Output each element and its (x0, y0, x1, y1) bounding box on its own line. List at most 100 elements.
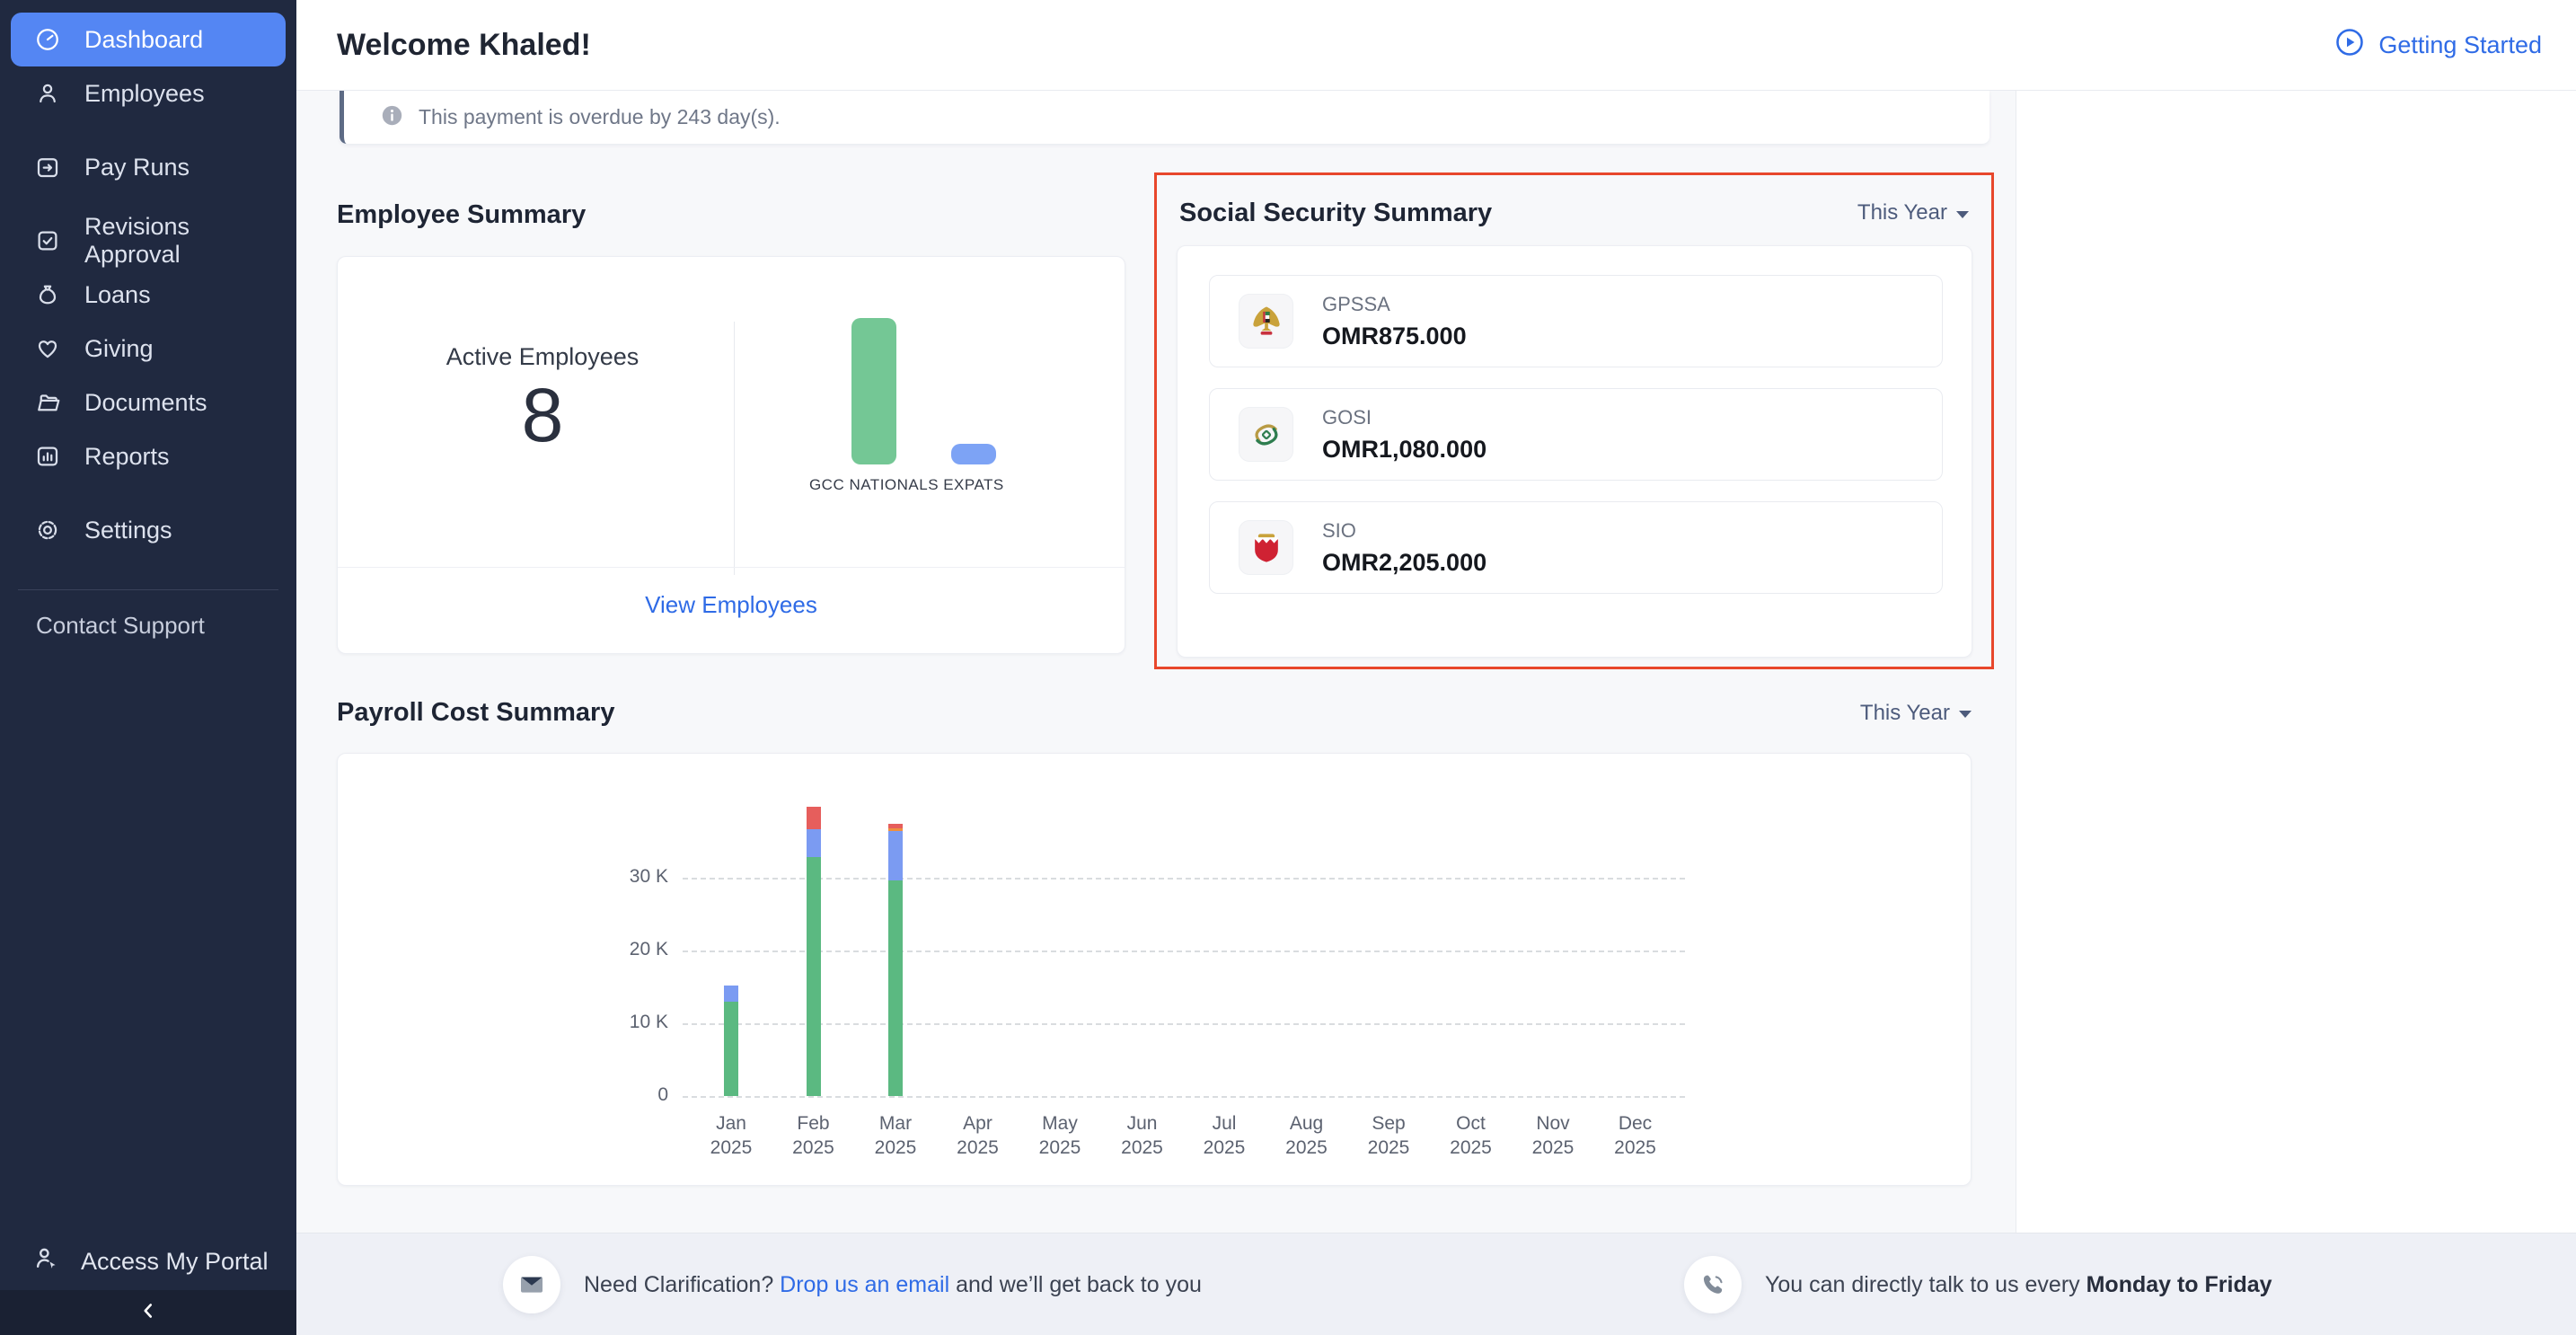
sidebar-item-label: Settings (84, 517, 172, 544)
sidebar-item-label: Revisions Approval (84, 213, 262, 269)
sidebar-item-giving[interactable]: Giving (11, 322, 286, 376)
payroll-bar-mar-2025-segment-blue (888, 831, 903, 880)
report-chart-icon (34, 443, 61, 470)
sidebar-item-label: Giving (84, 335, 154, 363)
social-security-row-texts: GOSIOMR1,080.000 (1322, 406, 1486, 464)
info-icon (380, 103, 404, 132)
authority-name: GPSSA (1322, 293, 1467, 316)
y-axis-tick-label: 0 (338, 1084, 668, 1106)
sidebar-nav: Dashboard Employees Pay Runs Revisions Appr… (0, 0, 296, 557)
employee-bar-expats (951, 444, 996, 464)
payroll-bar-feb-2025-segment-green (807, 857, 821, 1096)
authority-amount: OMR2,205.000 (1322, 549, 1486, 577)
y-axis-tick-label: 30 K (338, 866, 668, 888)
y-axis-tick-label: 10 K (338, 1012, 668, 1033)
phone-text-bold: Monday to Friday (2086, 1272, 2272, 1297)
social-security-row-gpssa[interactable]: GPSSA OMR875.000 (1209, 275, 1943, 367)
getting-started-label: Getting Started (2378, 31, 2542, 59)
sidebar-item-loans[interactable]: Loans (11, 268, 286, 322)
support-footer: Need Clarification? Drop us an email and… (296, 1233, 2576, 1335)
authority-amount: OMR875.000 (1322, 323, 1467, 350)
employee-bar-gcc-nationals (851, 318, 896, 464)
sidebar-item-label: Loans (84, 281, 151, 309)
envelope-icon (503, 1256, 560, 1313)
sidebar-item-label: Documents (84, 389, 207, 417)
sidebar-item-revisions-approval[interactable]: Revisions Approval (11, 214, 286, 268)
phone-support-text: You can directly talk to us every Monday… (1765, 1272, 2272, 1298)
heart-icon (34, 335, 61, 362)
sidebar-item-settings[interactable]: Settings (11, 503, 286, 557)
period-label: This Year (1857, 200, 1947, 225)
payroll-bar-mar-2025-segment-red (888, 824, 903, 827)
payroll-bar-feb-2025-segment-red (807, 807, 821, 829)
email-text-suffix: and we’ll get back to you (949, 1272, 1202, 1297)
phone-text-prefix: You can directly talk to us every (1765, 1272, 2086, 1297)
sio-bahrain-emblem-logo (1239, 520, 1293, 575)
y-axis-tick-label: 20 K (338, 939, 668, 960)
getting-started-button[interactable]: Getting Started (2333, 26, 2542, 65)
sidebar-item-access-my-portal[interactable]: Access My Portal (32, 1244, 269, 1279)
card-footer-divider (338, 567, 1125, 568)
active-employees-count: 8 (399, 372, 686, 459)
drop-us-an-email-link[interactable]: Drop us an email (780, 1272, 949, 1297)
social-security-summary-title: Social Security Summary (1179, 199, 1492, 228)
view-employees-link[interactable]: View Employees (338, 591, 1125, 619)
period-label: This Year (1860, 701, 1950, 726)
social-security-row-gosi[interactable]: GOSIOMR1,080.000 (1209, 388, 1943, 481)
sidebar-item-label: Employees (84, 80, 205, 108)
social-security-row-texts: SIO OMR2,205.000 (1322, 519, 1486, 577)
phone-support-item: You can directly talk to us every Monday… (1684, 1233, 2272, 1335)
phone-icon (1684, 1256, 1742, 1313)
folder-icon (34, 389, 61, 416)
vertical-divider (734, 322, 735, 575)
page-header: Welcome Khaled! Getting Started (296, 0, 2576, 91)
email-text-prefix: Need Clarification? (584, 1272, 780, 1297)
chart-gridline (683, 1096, 1685, 1098)
check-square-icon (34, 227, 61, 254)
main-area: Welcome Khaled! Getting Started This pay… (296, 0, 2576, 1335)
sidebar: Dashboard Employees Pay Runs Revisions Appr… (0, 0, 296, 1335)
payroll-bar-feb-2025-segment-blue (807, 829, 821, 858)
payroll-bar-jan-2025-segment-blue (724, 986, 738, 1002)
sidebar-item-label: Pay Runs (84, 154, 190, 181)
chart-gridline (683, 950, 1685, 952)
authority-amount: OMR1,080.000 (1322, 436, 1486, 464)
x-axis-tick-label: Dec2025 (1577, 1111, 1694, 1160)
sidebar-item-employees[interactable]: Employees (11, 66, 286, 120)
gear-icon (34, 517, 61, 544)
sidebar-item-documents[interactable]: Documents (11, 376, 286, 429)
user-arrow-icon (32, 1244, 61, 1279)
sidebar-collapse-button[interactable] (0, 1290, 296, 1335)
sidebar-item-contact-support[interactable]: Contact Support (0, 590, 296, 640)
user-icon (34, 80, 61, 107)
sidebar-item-dashboard[interactable]: Dashboard (11, 13, 286, 66)
authority-name: SIO (1322, 519, 1486, 543)
gauge-icon (34, 26, 61, 53)
overdue-alert: This payment is overdue by 243 day(s). (340, 91, 1989, 144)
chart-gridline (683, 1023, 1685, 1025)
employee-summary-title: Employee Summary (337, 200, 586, 230)
payroll-cost-summary-header: Payroll Cost Summary This Year (337, 698, 1972, 728)
calendar-arrow-icon (34, 154, 61, 181)
payroll-cost-chart-card: 010 K20 K30 KJan2025Feb2025Mar2025Apr202… (337, 753, 1972, 1186)
social-security-period-dropdown[interactable]: This Year (1857, 200, 1969, 225)
payroll-period-dropdown[interactable]: This Year (1860, 701, 1972, 726)
caret-down-icon (1956, 211, 1969, 218)
sidebar-item-reports[interactable]: Reports (11, 429, 286, 483)
overdue-alert-text: This payment is overdue by 243 day(s). (419, 105, 781, 129)
sidebar-item-pay-runs[interactable]: Pay Runs (11, 140, 286, 194)
chevron-left-icon (137, 1299, 160, 1327)
sidebar-item-label: Dashboard (84, 26, 203, 54)
dashboard-content: This payment is overdue by 243 day(s). E… (296, 91, 2576, 1233)
gpssa-uae-emblem-logo (1239, 294, 1293, 349)
right-blank-panel (2016, 91, 2576, 1233)
email-support-text: Need Clarification? Drop us an email and… (584, 1272, 1202, 1298)
social-security-row-sio[interactable]: SIO OMR2,205.000 (1209, 501, 1943, 594)
employee-bar-category-label: EXPATS (902, 475, 1045, 495)
money-bag-icon (34, 281, 61, 308)
payroll-bar-mar-2025-segment-green (888, 880, 903, 1096)
social-security-row-texts: GPSSA OMR875.000 (1322, 293, 1467, 350)
app-root: Dashboard Employees Pay Runs Revisions Appr… (0, 0, 2576, 1335)
page-title: Welcome Khaled! (337, 28, 591, 63)
social-security-summary-header: Social Security Summary This Year (1179, 193, 1969, 233)
